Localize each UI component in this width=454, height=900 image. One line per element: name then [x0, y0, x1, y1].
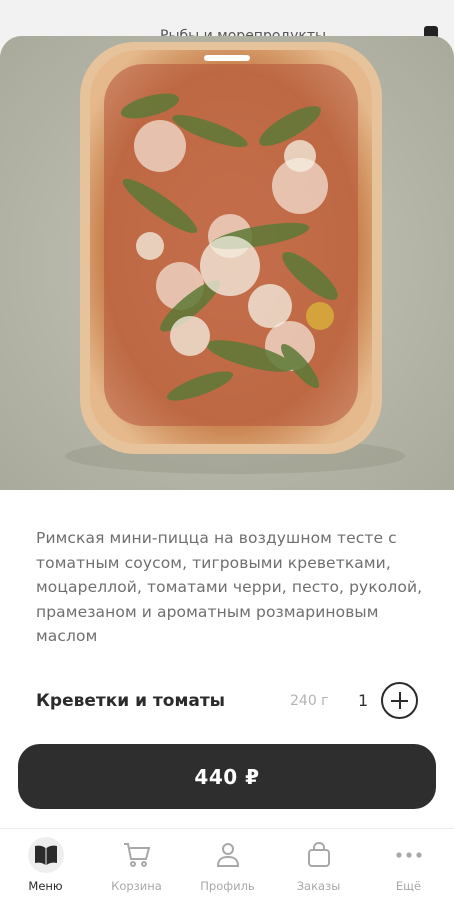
tab-label: Заказы: [296, 879, 341, 893]
more-dots-icon: [391, 837, 427, 873]
option-weight: 240 г: [290, 693, 329, 709]
tab-cart[interactable]: Корзина: [91, 829, 182, 900]
product-photo: [0, 36, 454, 490]
increase-quantity-button[interactable]: [381, 682, 418, 719]
tab-label: Меню: [28, 879, 63, 893]
tab-menu[interactable]: Меню: [0, 829, 91, 900]
tab-orders[interactable]: Заказы: [273, 829, 364, 900]
tab-label: Ещё: [395, 879, 422, 893]
option-row: Креветки и томаты 240 г 1: [0, 681, 454, 721]
user-icon: [210, 837, 246, 873]
tab-label: Корзина: [111, 879, 162, 893]
cart-icon: [119, 837, 155, 873]
tab-label: Профиль: [200, 879, 255, 893]
bag-icon: [301, 837, 337, 873]
product-description: Римская мини-пицца на воздушном тесте с …: [36, 529, 423, 645]
option-name: Креветки и томаты: [36, 691, 226, 711]
tab-profile[interactable]: Профиль: [182, 829, 273, 900]
add-to-cart-price-button[interactable]: 440 ₽: [18, 744, 436, 809]
quantity-value: 1: [358, 691, 369, 710]
tab-more[interactable]: Ещё: [363, 829, 454, 900]
product-sheet: Римская мини-пицца на воздушном тесте с …: [0, 36, 454, 900]
sheet-drag-handle[interactable]: [204, 55, 250, 61]
book-icon: [28, 837, 64, 873]
bottom-tab-bar: Меню Корзина Профиль Заказы Ещё: [0, 828, 454, 900]
